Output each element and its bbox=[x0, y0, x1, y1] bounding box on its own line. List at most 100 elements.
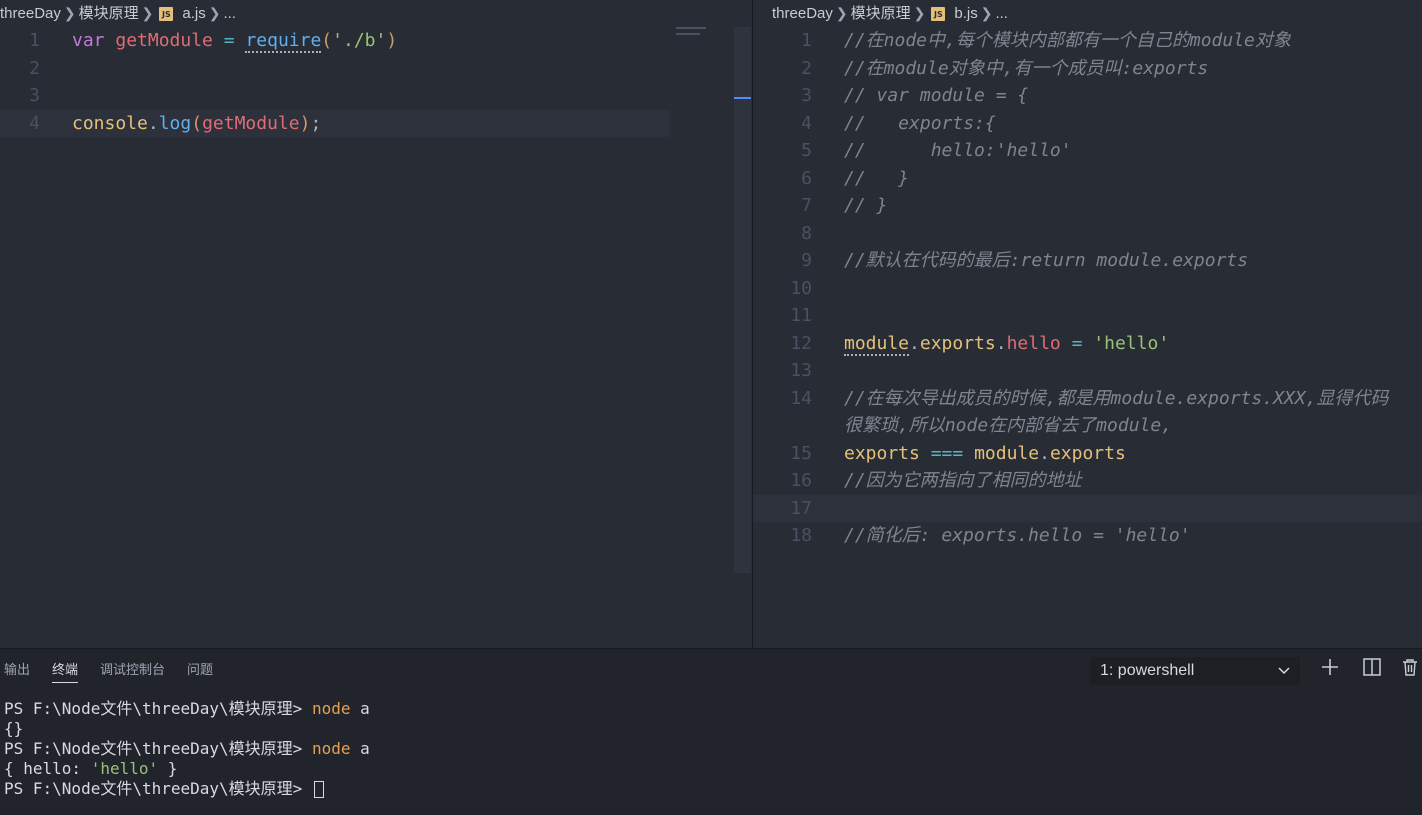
code-token: ; bbox=[310, 112, 322, 134]
plus-icon[interactable] bbox=[1318, 657, 1342, 681]
terminal-output[interactable]: PS F:\Node文件\threeDay\模块原理> node a{} PS F… bbox=[4, 699, 1422, 799]
breadcrumb-subfolder[interactable]: 模块原理 bbox=[79, 0, 139, 27]
code-line[interactable]: 5 // hello:'hello' bbox=[753, 137, 1422, 165]
code-token: hello bbox=[1006, 332, 1061, 354]
terminal-text: node bbox=[311, 739, 351, 758]
trash-icon[interactable] bbox=[1398, 657, 1422, 681]
terminal-line: { hello: 'hello' } bbox=[4, 759, 1422, 779]
code-line[interactable]: 17 bbox=[753, 494, 1422, 522]
breadcrumb-folder[interactable]: threeDay bbox=[0, 0, 61, 27]
code-token: . bbox=[147, 112, 159, 134]
bottom-panel: 输出 终端 调试控制台 问题 1: powershell PS F:\Node文件\t… bbox=[0, 648, 1422, 815]
code-token: exports bbox=[919, 332, 996, 354]
code-line[interactable]: 9 //默认在代码的最后:return module.exports bbox=[753, 247, 1422, 275]
terminal-text: 'hello' bbox=[90, 759, 159, 778]
chevron-right-icon: ❯ bbox=[980, 5, 993, 21]
terminal-text: PS F:\Node文件\threeDay\模块原理> bbox=[4, 739, 312, 758]
code-token: ( bbox=[321, 30, 333, 51]
breadcrumb-more[interactable]: ... bbox=[223, 0, 236, 27]
code-content: // var module = { bbox=[844, 82, 1028, 110]
terminal-text: a bbox=[350, 699, 370, 718]
code-token: module bbox=[844, 332, 910, 356]
line-number: 13 bbox=[790, 360, 812, 381]
breadcrumb-more[interactable]: ... bbox=[995, 0, 1008, 27]
line-number: 2 bbox=[29, 57, 40, 79]
code-line[interactable]: 18 //简化后: exports.hello = 'hello' bbox=[753, 522, 1422, 550]
code-token: //在node中,每个模块内部都有一个自己的module对象 bbox=[844, 30, 1291, 51]
code-token: exports bbox=[844, 442, 920, 464]
code-content: //在node中,每个模块内部都有一个自己的module对象 bbox=[844, 27, 1291, 55]
panel-tabs: 输出 终端 调试控制台 问题 bbox=[0, 649, 231, 691]
code-token: 'hello' bbox=[1093, 332, 1170, 354]
line-number: 9 bbox=[801, 250, 812, 271]
breadcrumb-subfolder[interactable]: 模块原理 bbox=[851, 0, 911, 27]
code-line[interactable]: 16 //因为它两指向了相同的地址 bbox=[753, 467, 1422, 495]
code-line[interactable]: 4 console.log(getModule); bbox=[0, 109, 670, 137]
code-line[interactable]: 6 // } bbox=[753, 165, 1422, 193]
code-line[interactable]: 7 // } bbox=[753, 192, 1422, 220]
code-line[interactable]: 13 bbox=[753, 357, 1422, 385]
code-token: . bbox=[1039, 442, 1050, 464]
chevron-right-icon: ❯ bbox=[913, 5, 926, 21]
code-line[interactable]: 11 bbox=[753, 302, 1422, 330]
code-content: // } bbox=[844, 192, 887, 220]
code-token: getModule bbox=[202, 112, 300, 134]
split-terminal-icon[interactable] bbox=[1360, 657, 1384, 681]
chevron-right-icon: ❯ bbox=[63, 5, 76, 21]
code-line[interactable]: 3 // var module = { bbox=[753, 82, 1422, 110]
terminal-text: {} bbox=[4, 719, 24, 738]
line-number: 2 bbox=[801, 57, 812, 79]
vertical-scrollbar[interactable] bbox=[734, 27, 751, 573]
code-content: exports === module.exports bbox=[844, 440, 1126, 468]
panel-tab[interactable]: 输出 bbox=[4, 649, 30, 691]
code-line[interactable]: 12 module.exports.hello = 'hello' bbox=[753, 330, 1422, 358]
terminal-text: PS F:\Node文件\threeDay\模块原理> bbox=[4, 779, 312, 798]
code-line[interactable]: 10 bbox=[753, 275, 1422, 303]
code-token: //简化后: exports.hello = 'hello' bbox=[844, 525, 1191, 546]
js-file-icon: JS bbox=[931, 6, 946, 21]
line-number: 11 bbox=[790, 305, 812, 326]
line-number: 12 bbox=[790, 332, 812, 354]
code-line[interactable]: 15 exports === module.exports bbox=[753, 440, 1422, 468]
code-line[interactable]: 8 bbox=[753, 220, 1422, 248]
editor-pane-left[interactable]: threeDay ❯ 模块原理 ❯ JS a.js ❯ ... 1 var get… bbox=[0, 0, 752, 648]
breadcrumb-file[interactable]: b.js bbox=[954, 0, 977, 27]
code-line[interactable]: 3 bbox=[0, 82, 752, 110]
line-number: 1 bbox=[801, 30, 812, 51]
terminal-select[interactable]: 1: powershell bbox=[1090, 657, 1300, 685]
code-area[interactable]: 1 //在node中,每个模块内部都有一个自己的module对象 2 //在modul… bbox=[753, 27, 1422, 648]
code-token: console bbox=[72, 112, 148, 134]
line-number: 15 bbox=[790, 442, 812, 464]
code-line[interactable]: 4 // exports:{ bbox=[753, 110, 1422, 138]
panel-tab[interactable]: 问题 bbox=[187, 649, 213, 691]
code-area[interactable]: 1 var getModule = require('./b') 2 3 4 consol… bbox=[0, 27, 752, 648]
code-content: var getModule = require('./b') bbox=[72, 27, 397, 55]
terminal-cursor bbox=[313, 781, 324, 798]
code-token: //因为它两指向了相同的地址 bbox=[844, 470, 1082, 491]
line-number: 3 bbox=[29, 85, 40, 106]
panel-tab[interactable]: 终端 bbox=[52, 649, 79, 691]
terminal-text: } bbox=[158, 759, 178, 778]
code-line[interactable]: 1 var getModule = require('./b') bbox=[0, 27, 752, 55]
code-line-wrap[interactable]: 很繁琐,所以node在内部省去了module, bbox=[753, 412, 1422, 440]
code-token: var bbox=[72, 30, 105, 51]
terminal-text: { hello: bbox=[4, 759, 91, 778]
code-token: exports bbox=[1049, 442, 1126, 464]
line-number: 14 bbox=[790, 387, 812, 409]
chevron-right-icon: ❯ bbox=[208, 5, 221, 21]
code-token: log bbox=[158, 112, 192, 134]
code-line[interactable]: 1 //在node中,每个模块内部都有一个自己的module对象 bbox=[753, 27, 1422, 55]
code-line[interactable]: 14 //在每次导出成员的时候,都是用module.exports.XXX,显得代… bbox=[753, 385, 1422, 413]
minimap[interactable] bbox=[676, 27, 734, 47]
panel-tab[interactable]: 调试控制台 bbox=[100, 649, 165, 691]
editor-pane-right[interactable]: threeDay ❯ 模块原理 ❯ JS b.js ❯ ... 1 //在node… bbox=[752, 0, 1422, 648]
code-line[interactable]: 2 bbox=[0, 55, 752, 83]
breadcrumb-folder[interactable]: threeDay bbox=[772, 0, 833, 27]
breadcrumb-file[interactable]: a.js bbox=[182, 0, 205, 27]
terminal-line: PS F:\Node文件\threeDay\模块原理> node a bbox=[4, 739, 1422, 759]
code-line[interactable]: 2 //在module对象中,有一个成员叫:exports bbox=[753, 55, 1422, 83]
code-token: 很繁琐,所以node在内部省去了module, bbox=[844, 415, 1173, 436]
